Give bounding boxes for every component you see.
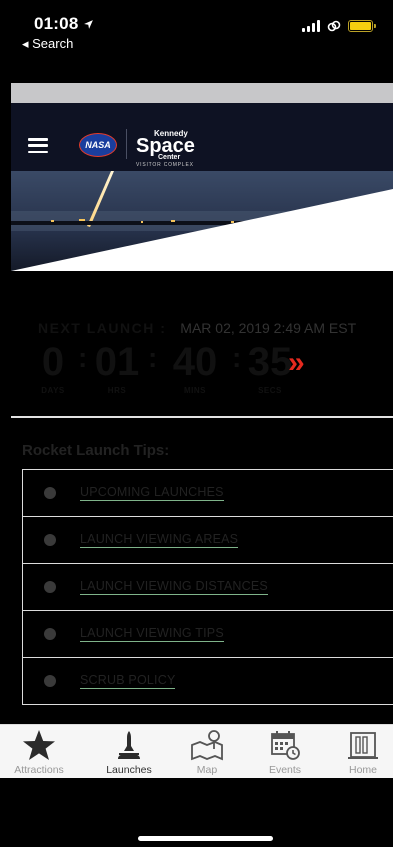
tab-map[interactable]: Map [168,725,246,779]
tab-bar: Attractions Launches Map Events Home [0,724,393,778]
countdown-minutes-label: MINS [184,386,206,395]
countdown-separator: : [148,342,158,373]
tip-link[interactable]: UPCOMING LAUNCHES [80,485,224,501]
hero-launch-image [11,171,393,271]
battery-icon [348,20,376,32]
next-launch-label: NEXT LAUNCH : [38,320,167,336]
rocket-icon [118,731,140,759]
tab-label: Events [268,764,302,776]
back-to-search-link[interactable]: ◂ Search [22,36,73,52]
status-icons [302,19,376,33]
countdown-days-label: DAYS [41,386,65,395]
home-indicator[interactable] [138,836,273,841]
link-icon [327,20,341,32]
nasa-logo: NASA [79,133,117,157]
countdown-separator: : [232,342,242,373]
tip-list-item[interactable]: SCRUB POLICY [23,658,393,705]
countdown-days: 0 DAYS [38,338,68,395]
tab-label: Attractions [14,764,64,776]
tab-attractions[interactable]: Attractions [0,725,78,779]
launch-countdown: 0 DAYS : 01 HRS : 40 MINS : 35 SECS » [38,338,348,398]
bullet-icon [44,675,56,687]
logo-divider [126,129,127,159]
status-bar: 01:08 ◂ Search [0,0,393,82]
bullet-icon [44,581,56,593]
next-launch-date: MAR 02, 2019 2:49 AM EST [180,320,357,336]
tab-label: Launches [106,764,152,776]
tip-link[interactable]: LAUNCH VIEWING TIPS [80,626,224,642]
bullet-icon [44,487,56,499]
tab-events[interactable]: Events [246,725,324,779]
status-time: 01:08 [34,14,94,34]
countdown-separator: : [78,342,88,373]
tip-link[interactable]: LAUNCH VIEWING DISTANCES [80,579,268,595]
tab-label: Map [196,764,218,776]
countdown-seconds-label: SECS [258,386,282,395]
building-icon [348,732,378,759]
bullet-icon [44,534,56,546]
tip-list-item[interactable]: LAUNCH VIEWING DISTANCES [23,564,393,611]
section-divider [11,416,393,418]
map-pin-icon [191,730,223,761]
chevron-right-icon[interactable]: » [288,346,305,380]
tip-list-item[interactable]: UPCOMING LAUNCHES [23,470,393,517]
ksc-logo-space: Space [136,135,195,157]
tip-list-item[interactable]: LAUNCH VIEWING TIPS [23,611,393,658]
countdown-minutes-value: 40 [172,340,218,384]
countdown-hours-label: HRS [107,386,127,395]
tab-label: Home [348,764,377,776]
countdown-hours: 01 HRS [90,338,144,395]
address-strip [11,83,393,103]
star-icon [23,730,55,760]
next-launch-header: NEXT LAUNCH : MAR 02, 2019 2:49 AM EST [38,320,356,336]
tip-link[interactable]: LAUNCH VIEWING AREAS [80,532,239,548]
tab-launches[interactable]: Launches [90,725,168,779]
tips-title: Rocket Launch Tips: [22,442,170,459]
ksc-logo: Kennedy Space Center VISITOR COMPLEX [136,129,226,168]
countdown-minutes: 40 MINS [160,338,230,395]
signal-icon [302,20,320,32]
location-arrow-icon [84,20,94,29]
bullet-icon [44,628,56,640]
countdown-days-value: 0 [41,340,65,384]
tip-link[interactable]: SCRUB POLICY [80,673,176,689]
tip-list-item[interactable]: LAUNCH VIEWING AREAS [23,517,393,564]
countdown-hours-value: 01 [94,340,140,384]
tips-list: UPCOMING LAUNCHES LAUNCH VIEWING AREAS LAU… [22,469,393,705]
menu-icon[interactable] [28,138,48,153]
nav-header: NASA Kennedy Space Center VISITOR COMPLE… [11,103,393,171]
calendar-clock-icon [271,731,300,760]
ksc-logo-visitor-complex: VISITOR COMPLEX [136,162,194,168]
tab-home[interactable]: Home [324,725,393,779]
